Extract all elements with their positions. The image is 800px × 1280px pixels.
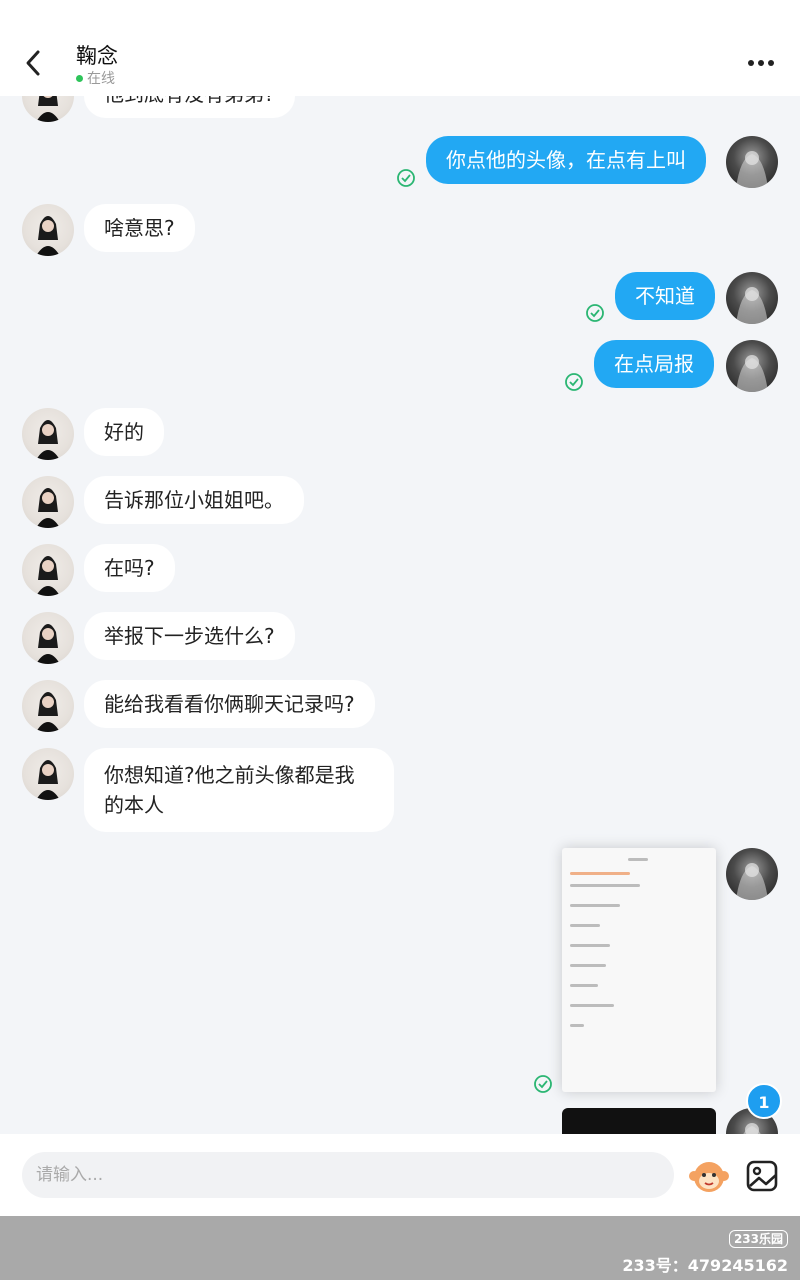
contact-avatar[interactable]: [22, 680, 74, 732]
online-status: 在线: [76, 68, 115, 88]
emoji-button[interactable]: [688, 1156, 730, 1196]
image-button[interactable]: [744, 1158, 780, 1194]
message-bubble[interactable]: 他到底有没有弟弟?: [84, 96, 295, 118]
message-bubble[interactable]: 告诉那位小姐姐吧。: [84, 476, 304, 524]
image-icon: [746, 1160, 778, 1192]
contact-avatar[interactable]: [22, 476, 74, 528]
contact-avatar[interactable]: [22, 204, 74, 256]
message-bubble[interactable]: 你想知道?他之前头像都是我的本人: [84, 748, 394, 832]
contact-avatar[interactable]: [22, 544, 74, 596]
message-bubble[interactable]: 啥意思?: [84, 204, 195, 252]
chevron-left-icon: [26, 50, 40, 76]
screenshot-image[interactable]: [562, 1108, 716, 1134]
watermark-logo: 233乐园: [728, 1230, 788, 1248]
message-list[interactable]: 他到底有没有弟弟? 你点他的头像，在点有上叫 啥意思? 不知道 在点局报: [0, 96, 800, 1134]
contact-avatar[interactable]: [22, 408, 74, 460]
my-avatar[interactable]: [726, 848, 778, 900]
more-dots-icon: [748, 60, 774, 66]
watermark-id: 233号：479245162: [622, 1256, 788, 1275]
back-button[interactable]: [20, 46, 50, 80]
more-button[interactable]: [746, 50, 776, 76]
read-check-icon: [533, 1074, 553, 1094]
read-check-icon: [564, 372, 584, 392]
contact-avatar[interactable]: [22, 748, 74, 800]
screenshot-image[interactable]: [562, 848, 716, 1092]
read-check-icon: [585, 303, 605, 323]
chat-header: 鞠念 在线: [0, 0, 800, 96]
my-avatar[interactable]: [726, 340, 778, 392]
message-bubble[interactable]: 你点他的头像，在点有上叫: [426, 136, 706, 184]
message-bubble[interactable]: 在吗?: [84, 544, 175, 592]
contact-avatar[interactable]: [22, 96, 74, 122]
message-input[interactable]: [22, 1152, 674, 1198]
message-bubble[interactable]: 好的: [84, 408, 164, 456]
message-bubble[interactable]: 不知道: [615, 272, 715, 320]
my-avatar[interactable]: [726, 272, 778, 324]
emoji-monkey-icon: [689, 1162, 729, 1192]
message-bubble[interactable]: 能给我看看你俩聊天记录吗?: [84, 680, 375, 728]
read-check-icon: [396, 168, 416, 188]
unread-badge[interactable]: 1: [746, 1083, 782, 1119]
message-bubble[interactable]: 在点局报: [594, 340, 714, 388]
contact-avatar[interactable]: [22, 612, 74, 664]
contact-name[interactable]: 鞠念: [76, 40, 118, 70]
message-bubble[interactable]: 举报下一步选什么?: [84, 612, 295, 660]
online-dot: [76, 74, 83, 82]
input-bar: [0, 1134, 800, 1216]
status-text: 在线: [87, 71, 115, 87]
my-avatar[interactable]: [726, 136, 778, 188]
watermark-bar: 233乐园 233号：479245162: [0, 1216, 800, 1280]
